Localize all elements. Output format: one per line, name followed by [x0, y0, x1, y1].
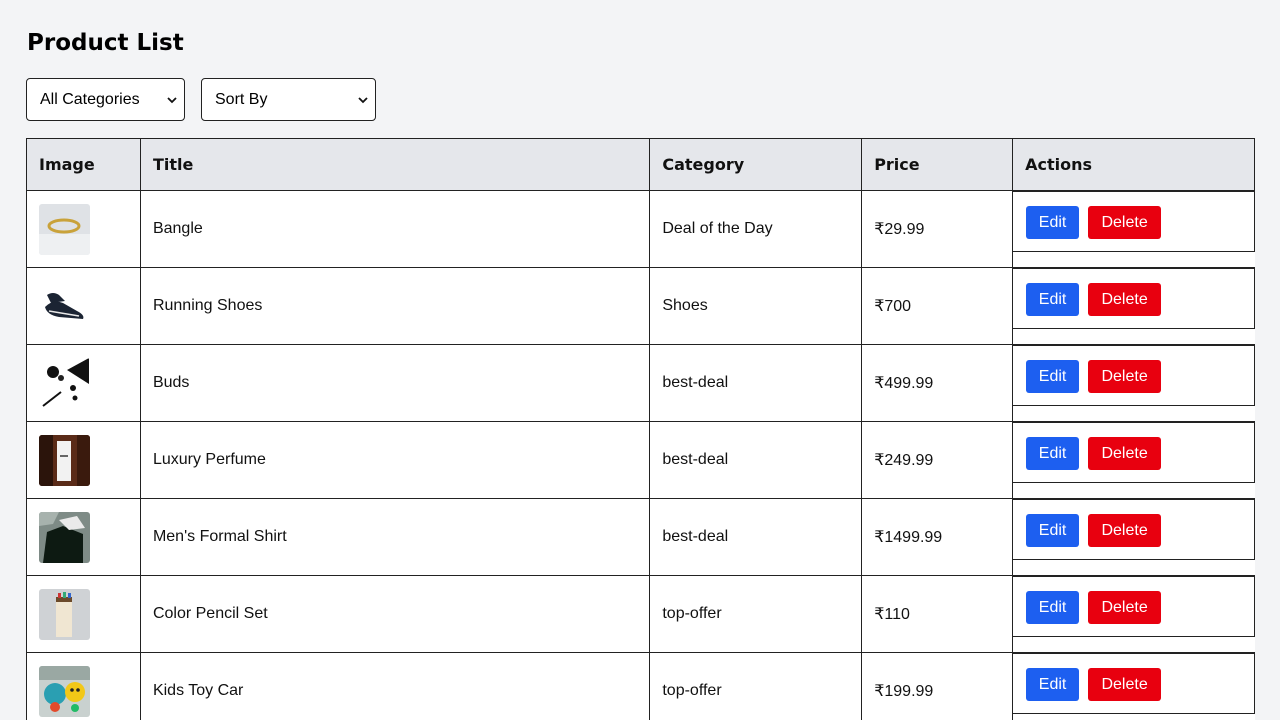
header-image: Image [26, 138, 141, 191]
header-price: Price [861, 138, 1014, 191]
cell-actions: Edit Delete [1012, 267, 1255, 345]
product-thumbnail-bangle [39, 203, 90, 255]
cell-price: ₹1499.99 [861, 498, 1014, 576]
edit-button[interactable]: Edit [1026, 668, 1080, 701]
cell-actions: Edit Delete [1012, 190, 1255, 268]
cell-category: top-offer [649, 652, 863, 720]
header-title: Title [139, 138, 651, 191]
filters-bar: All Categories Sort By [26, 78, 376, 121]
cell-price: ₹700 [861, 267, 1014, 345]
cell-category: top-offer [649, 575, 863, 653]
table-row: Buds best-deal ₹499.99 Edit Delete [26, 344, 1255, 422]
cell-price: ₹110 [861, 575, 1014, 653]
table-header-row: Image Title Category Price Actions [26, 138, 1255, 191]
cell-image [26, 190, 141, 268]
page-title: Product List [27, 30, 184, 56]
table-row: Running Shoes Shoes ₹700 Edit Delete [26, 267, 1255, 345]
cell-actions: Edit Delete [1012, 498, 1255, 576]
cell-title: Men's Formal Shirt [139, 498, 651, 576]
cell-title: Luxury Perfume [139, 421, 651, 499]
product-thumbnail-shoes [39, 280, 90, 332]
edit-button[interactable]: Edit [1026, 283, 1080, 316]
header-category: Category [649, 138, 863, 191]
cell-title: Bangle [139, 190, 651, 268]
sort-select[interactable]: Sort By [201, 78, 376, 121]
cell-title: Color Pencil Set [139, 575, 651, 653]
cell-category: best-deal [649, 421, 863, 499]
edit-button[interactable]: Edit [1026, 591, 1080, 624]
category-select[interactable]: All Categories [26, 78, 185, 121]
cell-actions: Edit Delete [1012, 344, 1255, 422]
table-row: Men's Formal Shirt best-deal ₹1499.99 Ed… [26, 498, 1255, 576]
table-row: Luxury Perfume best-deal ₹249.99 Edit De… [26, 421, 1255, 499]
product-table-container: Image Title Category Price Actions Bangl… [26, 138, 1255, 720]
cell-image [26, 267, 141, 345]
delete-button[interactable]: Delete [1088, 437, 1162, 470]
actions-group: Edit Delete [1013, 268, 1255, 329]
cell-price: ₹199.99 [861, 652, 1014, 720]
delete-button[interactable]: Delete [1088, 668, 1162, 701]
cell-category: best-deal [649, 344, 863, 422]
cell-image [26, 575, 141, 653]
edit-button[interactable]: Edit [1026, 206, 1080, 239]
cell-category: best-deal [649, 498, 863, 576]
header-actions: Actions [1012, 138, 1255, 191]
cell-image [26, 421, 141, 499]
actions-group: Edit Delete [1013, 191, 1255, 252]
cell-price: ₹29.99 [861, 190, 1014, 268]
product-thumbnail-perfume [39, 434, 90, 486]
cell-image [26, 498, 141, 576]
product-thumbnail-toy-car [39, 665, 90, 717]
actions-group: Edit Delete [1013, 576, 1255, 637]
product-thumbnail-shirt [39, 511, 90, 563]
delete-button[interactable]: Delete [1088, 206, 1162, 239]
cell-title: Buds [139, 344, 651, 422]
cell-actions: Edit Delete [1012, 421, 1255, 499]
edit-button[interactable]: Edit [1026, 514, 1080, 547]
chevron-down-icon [167, 96, 177, 103]
actions-group: Edit Delete [1013, 345, 1255, 406]
chevron-down-icon [358, 96, 368, 103]
cell-title: Running Shoes [139, 267, 651, 345]
table-row: Bangle Deal of the Day ₹29.99 Edit Delet… [26, 190, 1255, 268]
product-table: Image Title Category Price Actions Bangl… [26, 138, 1255, 720]
delete-button[interactable]: Delete [1088, 591, 1162, 624]
table-row: Kids Toy Car top-offer ₹199.99 Edit Dele… [26, 652, 1255, 720]
actions-group: Edit Delete [1013, 499, 1255, 560]
delete-button[interactable]: Delete [1088, 514, 1162, 547]
delete-button[interactable]: Delete [1088, 283, 1162, 316]
edit-button[interactable]: Edit [1026, 437, 1080, 470]
cell-image [26, 344, 141, 422]
product-thumbnail-buds [39, 357, 90, 409]
actions-group: Edit Delete [1013, 422, 1255, 483]
cell-price: ₹499.99 [861, 344, 1014, 422]
cell-actions: Edit Delete [1012, 652, 1255, 720]
category-select-value: All Categories [40, 90, 140, 108]
cell-category: Deal of the Day [649, 190, 863, 268]
cell-title: Kids Toy Car [139, 652, 651, 720]
product-list-page: Product List All Categories Sort By Imag… [0, 0, 1280, 720]
product-thumbnail-pencils [39, 588, 90, 640]
actions-group: Edit Delete [1013, 653, 1255, 714]
delete-button[interactable]: Delete [1088, 360, 1162, 393]
cell-price: ₹249.99 [861, 421, 1014, 499]
table-row: Color Pencil Set top-offer ₹110 Edit Del… [26, 575, 1255, 653]
cell-image [26, 652, 141, 720]
sort-select-value: Sort By [215, 90, 268, 108]
edit-button[interactable]: Edit [1026, 360, 1080, 393]
cell-actions: Edit Delete [1012, 575, 1255, 653]
cell-category: Shoes [649, 267, 863, 345]
